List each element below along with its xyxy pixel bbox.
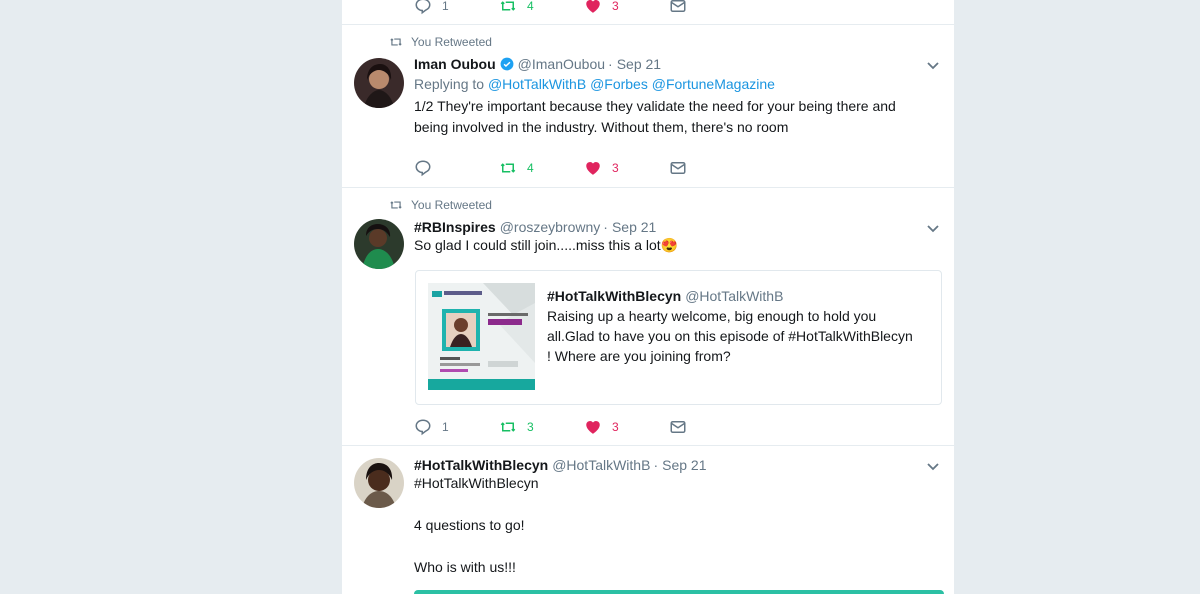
quoted-text-line: Raising up a hearty welcome, big enough … — [547, 308, 877, 324]
dm-action[interactable] — [669, 0, 754, 15]
prev-tweet-actions: 1 4 3 — [414, 0, 754, 16]
reply-icon — [415, 160, 431, 177]
retweet-count: 4 — [527, 0, 534, 13]
display-name[interactable]: Iman Oubou — [414, 56, 496, 72]
like-action[interactable]: 3 — [584, 159, 669, 177]
tweet-text-line: being involved in the industry. Without … — [414, 119, 789, 135]
message-icon — [670, 0, 686, 12]
replying-label: Replying to — [414, 76, 485, 92]
retweet-context: You Retweeted — [389, 198, 492, 212]
heart-icon — [586, 421, 600, 434]
handle[interactable]: @HotTalkWithB — [552, 457, 650, 473]
avatar[interactable] — [354, 58, 404, 108]
heart-eyes-emoji: 😍 — [660, 237, 679, 253]
quoted-handle: @HotTalkWithB — [685, 288, 784, 304]
reply-action[interactable]: 1 — [414, 418, 499, 436]
tweet-text-line: Who is with us!!! — [414, 559, 516, 575]
tweet-header: #RBInspires @roszeybrowny · Sep 21 — [414, 219, 934, 235]
retweet-action[interactable]: 4 — [499, 159, 584, 177]
display-name[interactable]: #RBInspires — [414, 219, 496, 235]
separator: · — [653, 457, 659, 473]
media-preview-top[interactable] — [414, 590, 944, 594]
timestamp[interactable]: Sep 21 — [662, 457, 706, 473]
retweet-icon — [500, 1, 516, 11]
timestamp[interactable]: Sep 21 — [612, 219, 656, 235]
dm-action[interactable] — [669, 159, 754, 177]
tweet-text: 1/2 They're important because they valid… — [414, 96, 934, 138]
like-action[interactable]: 3 — [584, 0, 669, 15]
retweet-icon — [500, 422, 516, 432]
heart-icon — [586, 0, 600, 13]
tweet-text-line: 1/2 They're important because they valid… — [414, 98, 896, 114]
message-icon — [670, 162, 686, 174]
reply-action[interactable]: 1 — [414, 0, 499, 15]
retweet-context: You Retweeted — [389, 35, 492, 49]
like-count: 3 — [612, 420, 619, 434]
tweet-body: #RBInspires @roszeybrowny · Sep 21 So gl… — [414, 219, 934, 256]
like-count: 3 — [612, 0, 619, 13]
tweet[interactable]: #HotTalkWithBlecyn @HotTalkWithB · Sep 2… — [342, 446, 954, 594]
separator: · — [603, 219, 608, 235]
tweet-text-line: 4 questions to go! — [414, 517, 525, 533]
like-action[interactable]: 3 — [584, 418, 669, 436]
message-icon — [670, 421, 686, 433]
tweet-text: So glad I could still join.....miss this… — [414, 235, 934, 256]
chevron-down-icon[interactable] — [926, 61, 940, 71]
separator: · — [608, 56, 613, 72]
tweet-text-content: So glad I could still join.....miss this… — [414, 237, 661, 253]
replying-to: Replying to @HotTalkWithB @Forbes @Fortu… — [414, 76, 934, 92]
tweet-header: Iman Oubou @ImanOubou · Sep 21 — [414, 56, 934, 72]
quoted-text-line: all.Glad to have you on this episode of … — [547, 328, 913, 344]
like-count: 3 — [612, 161, 619, 175]
quoted-display-name: #HotTalkWithBlecyn — [547, 288, 682, 304]
tweet-body: #HotTalkWithBlecyn @HotTalkWithB · Sep 2… — [414, 457, 934, 578]
tweet-actions: 1 3 3 — [414, 417, 754, 437]
tweet-header: #HotTalkWithBlecyn @HotTalkWithB · Sep 2… — [414, 457, 934, 473]
retweet-icon — [390, 38, 402, 46]
quoted-text-line: ! Where are you joining from? — [547, 348, 731, 364]
retweet-icon — [500, 163, 516, 173]
handle[interactable]: @ImanOubou — [518, 56, 605, 72]
reply-icon — [415, 0, 431, 15]
chevron-down-icon[interactable] — [926, 224, 940, 234]
reply-icon — [415, 419, 431, 436]
tweet[interactable]: You Retweeted #RBInspires @roszeybrowny … — [342, 188, 954, 446]
reply-count: 1 — [442, 0, 449, 13]
dm-action[interactable] — [669, 418, 754, 436]
retweet-count: 4 — [527, 161, 534, 175]
mention-link[interactable]: @FortuneMagazine — [652, 76, 775, 92]
retweet-count: 3 — [527, 420, 534, 434]
reply-count: 1 — [442, 420, 449, 434]
quoted-tweet[interactable]: #HotTalkWithBlecyn @HotTalkWithB Raising… — [415, 270, 942, 405]
quoted-tweet-image — [428, 283, 535, 390]
timeline: 1 4 3 You Retweeted Iman Oubou @ImanOubo… — [341, 0, 955, 594]
handle[interactable]: @roszeybrowny — [500, 219, 601, 235]
retweet-action[interactable]: 3 — [499, 418, 584, 436]
tweet-body: Iman Oubou @ImanOubou · Sep 21 Replying … — [414, 56, 934, 138]
quoted-tweet-body: #HotTalkWithBlecyn @HotTalkWithB Raising… — [547, 286, 932, 366]
display-name[interactable]: #HotTalkWithBlecyn — [414, 457, 548, 473]
context-label: You Retweeted — [411, 198, 492, 212]
mention-link[interactable]: @HotTalkWithB — [488, 76, 586, 92]
quoted-tweet-header: #HotTalkWithBlecyn @HotTalkWithB — [547, 286, 932, 306]
avatar[interactable] — [354, 458, 404, 508]
avatar[interactable] — [354, 219, 404, 269]
heart-icon — [586, 162, 600, 175]
reply-action[interactable] — [414, 159, 499, 177]
retweet-icon — [390, 201, 402, 209]
chevron-down-icon[interactable] — [926, 462, 940, 472]
tweet-actions: 4 3 — [414, 158, 754, 178]
verified-icon — [500, 57, 514, 71]
hashtag-link[interactable]: #HotTalkWithBlecyn — [414, 473, 934, 494]
retweet-action[interactable]: 4 — [499, 0, 584, 15]
mention-link[interactable]: @Forbes — [590, 76, 648, 92]
context-label: You Retweeted — [411, 35, 492, 49]
timestamp[interactable]: Sep 21 — [617, 56, 661, 72]
tweet[interactable]: You Retweeted Iman Oubou @ImanOubou · Se… — [342, 25, 954, 188]
